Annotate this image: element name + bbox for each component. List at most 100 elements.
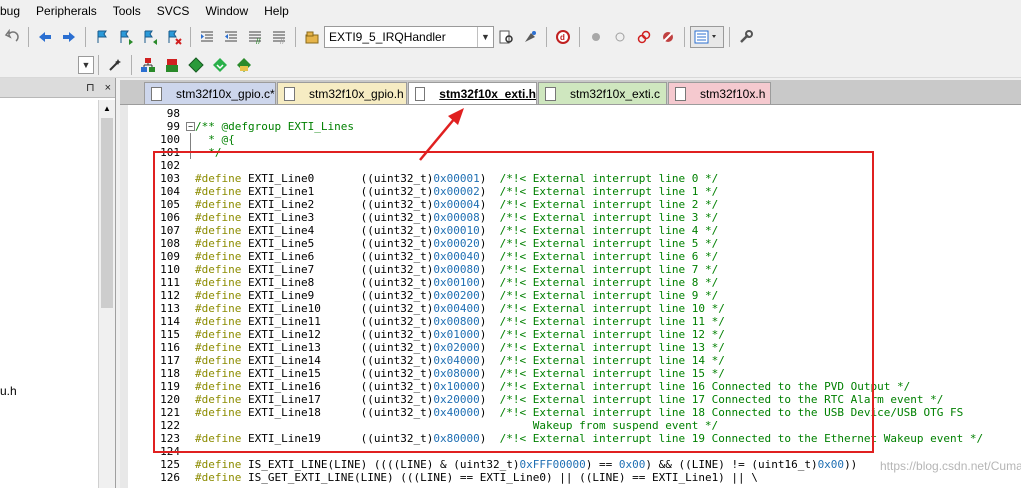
code-token: EXTI_Line1 ((uint32_t) <box>247 185 434 198</box>
code-line[interactable]: 116 #define EXTI_Line13 ((uint32_t)0x0200… <box>120 341 1021 354</box>
menu-help[interactable]: Help <box>256 0 297 22</box>
manage-project-icon[interactable] <box>137 54 159 76</box>
tab-label: stm32f10x_gpio.h <box>309 86 404 101</box>
chevron-down-icon[interactable]: ▼ <box>477 27 493 47</box>
code-line[interactable]: 112 #define EXTI_Line9 ((uint32_t)0x00200… <box>120 289 1021 302</box>
code-token: ) <box>479 276 500 289</box>
tab-stm32f10x-exti-h[interactable]: stm32f10x_exti.h <box>408 82 537 104</box>
disable-breakpoint-icon[interactable] <box>609 26 631 48</box>
kill-all-breakpoints-icon[interactable] <box>657 26 679 48</box>
chevron-down-icon[interactable]: ▼ <box>78 55 94 74</box>
select-packs-icon[interactable] <box>161 54 183 76</box>
code-token: /*!< External interrupt line 4 */ <box>499 224 719 237</box>
target-function-combo[interactable]: EXTI9_5_IRQHandler ▼ <box>324 26 494 48</box>
file-icon <box>675 86 686 101</box>
code-line[interactable]: 101 */ <box>120 146 1021 159</box>
code-line[interactable]: 109 #define EXTI_Line6 ((uint32_t)0x00040… <box>120 250 1021 263</box>
menu-peripherals[interactable]: Peripherals <box>28 0 105 22</box>
code-token: #define <box>195 237 248 250</box>
prev-bookmark-icon[interactable] <box>115 26 137 48</box>
line-number: 98 <box>166 107 180 120</box>
code-line[interactable]: 117 #define EXTI_Line14 ((uint32_t)0x0400… <box>120 354 1021 367</box>
clear-bookmarks-icon[interactable] <box>163 26 185 48</box>
breakpoint-icon[interactable] <box>585 26 607 48</box>
window-icon[interactable] <box>690 26 724 48</box>
code-line[interactable]: 107 #define EXTI_Line4 ((uint32_t)0x00010… <box>120 224 1021 237</box>
unindent-icon[interactable] <box>220 26 242 48</box>
code-line[interactable]: 102 <box>120 159 1021 172</box>
bookmark-icon[interactable] <box>91 26 113 48</box>
code-token: #define <box>195 380 248 393</box>
code-line[interactable]: 110 #define EXTI_Line7 ((uint32_t)0x00080… <box>120 263 1021 276</box>
code-line[interactable]: 113 #define EXTI_Line10 ((uint32_t)0x0040… <box>120 302 1021 315</box>
menu-svcs[interactable]: SVCS <box>149 0 198 22</box>
comment-icon[interactable]: // <box>244 26 266 48</box>
code-line[interactable]: 106 #define EXTI_Line3 ((uint32_t)0x00008… <box>120 211 1021 224</box>
code-line[interactable]: 121 #define EXTI_Line18 ((uint32_t)0x4000… <box>120 406 1021 419</box>
kill-breakpoints-icon[interactable] <box>633 26 655 48</box>
code-line[interactable]: 100 * @{ <box>120 133 1021 146</box>
code-line[interactable]: 99 /** @defgroup EXTI_Lines <box>120 120 1021 133</box>
indent-icon[interactable] <box>196 26 218 48</box>
fold-marker-icon[interactable]: − <box>186 122 195 131</box>
svg-text://: // <box>280 37 285 45</box>
find-in-files-icon[interactable] <box>301 26 323 48</box>
scrollbar-thumb[interactable] <box>101 118 113 308</box>
code-token: /*!< External interrupt line 11 */ <box>499 315 725 328</box>
pack-installer-icon[interactable] <box>209 54 231 76</box>
code-line[interactable]: 122 Wakeup from suspend event */ <box>120 419 1021 432</box>
magic-wand-icon[interactable] <box>104 54 126 76</box>
svg-text://: // <box>256 37 261 45</box>
menu-tools[interactable]: Tools <box>105 0 149 22</box>
code-line[interactable]: 111 #define EXTI_Line8 ((uint32_t)0x00100… <box>120 276 1021 289</box>
tab-stm32f10x-gpio-c-[interactable]: stm32f10x_gpio.c* <box>144 82 276 104</box>
code-line[interactable]: 123 #define EXTI_Line19 ((uint32_t)0x8000… <box>120 432 1021 445</box>
code-token: 0x00200 <box>433 289 480 302</box>
code-line[interactable]: 119 #define EXTI_Line16 ((uint32_t)0x1000… <box>120 380 1021 393</box>
project-tree-item[interactable]: u.h <box>0 384 17 398</box>
code-line[interactable]: 124 <box>120 445 1021 458</box>
code-token: #define <box>195 367 248 380</box>
scroll-up-icon[interactable]: ▲ <box>99 100 115 116</box>
code-token: EXTI_Line5 ((uint32_t) <box>247 237 434 250</box>
menu-bug[interactable]: bug <box>0 0 28 22</box>
close-icon[interactable]: × <box>105 82 111 94</box>
line-number: 116 <box>160 341 180 354</box>
back-icon[interactable] <box>34 26 56 48</box>
settings-icon[interactable] <box>735 26 757 48</box>
forward-icon[interactable] <box>58 26 80 48</box>
code-token: /*!< External interrupt line 15 */ <box>499 367 725 380</box>
code-line[interactable]: 104 #define EXTI_Line1 ((uint32_t)0x00002… <box>120 185 1021 198</box>
run-environment-icon[interactable] <box>233 54 255 76</box>
tab-stm32f10x-gpio-h[interactable]: stm32f10x_gpio.h <box>277 82 407 104</box>
find-icon[interactable] <box>495 26 517 48</box>
tab-stm32f10x-exti-c[interactable]: stm32f10x_exti.c <box>538 82 667 104</box>
panel-scrollbar[interactable]: ▲ <box>98 100 115 488</box>
tab-stm32f10x-h[interactable]: stm32f10x.h <box>668 82 771 104</box>
code-text: */ <box>195 146 222 159</box>
next-bookmark-icon[interactable] <box>139 26 161 48</box>
pin-icon[interactable]: ⊓ <box>86 81 95 94</box>
code-line[interactable]: 120 #define EXTI_Line17 ((uint32_t)0x2000… <box>120 393 1021 406</box>
code-line[interactable]: 105 #define EXTI_Line2 ((uint32_t)0x00004… <box>120 198 1021 211</box>
code-editor[interactable]: 98 99/** @defgroup EXTI_Lines 100 * @{101 … <box>120 104 1021 488</box>
code-token: 0x00001 <box>433 172 480 185</box>
menu-window[interactable]: Window <box>197 0 256 22</box>
replace-icon[interactable] <box>519 26 541 48</box>
line-number: 120 <box>160 393 180 406</box>
code-text: #define EXTI_Line14 ((uint32_t)0x04000) … <box>195 354 725 367</box>
code-line[interactable]: 114 #define EXTI_Line11 ((uint32_t)0x0080… <box>120 315 1021 328</box>
code-text: * @{ <box>195 133 235 146</box>
code-token: ) <box>479 393 500 406</box>
code-line[interactable]: 108 #define EXTI_Line5 ((uint32_t)0x00020… <box>120 237 1021 250</box>
code-line[interactable]: 103 #define EXTI_Line0 ((uint32_t)0x00001… <box>120 172 1021 185</box>
code-line[interactable]: 118 #define EXTI_Line15 ((uint32_t)0x0800… <box>120 367 1021 380</box>
code-token: */ <box>195 146 222 159</box>
diamond-icon[interactable] <box>185 54 207 76</box>
code-token: EXTI_Line9 ((uint32_t) <box>247 289 434 302</box>
code-line[interactable]: 115 #define EXTI_Line12 ((uint32_t)0x0100… <box>120 328 1021 341</box>
debug-icon[interactable]: d <box>552 26 574 48</box>
undo-icon[interactable] <box>1 26 23 48</box>
uncomment-icon[interactable]: // <box>268 26 290 48</box>
code-line[interactable]: 98 <box>120 107 1021 120</box>
